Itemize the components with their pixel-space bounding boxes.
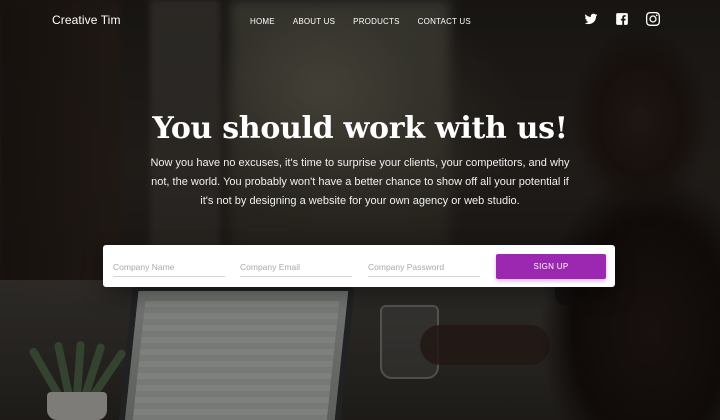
nav-item-products: PRODUCTS bbox=[353, 13, 400, 30]
company-email-input[interactable] bbox=[240, 258, 352, 277]
brand-logo[interactable]: Creative Tim bbox=[52, 13, 121, 27]
signup-button[interactable]: SIGN UP bbox=[496, 254, 606, 279]
instagram-icon[interactable] bbox=[646, 12, 660, 26]
nav-item-contact: CONTACT US bbox=[418, 13, 471, 30]
company-name-input[interactable] bbox=[113, 258, 225, 277]
company-password-input[interactable] bbox=[368, 258, 480, 277]
facebook-icon[interactable] bbox=[615, 12, 629, 26]
nav-link-home[interactable]: HOME bbox=[250, 13, 275, 30]
nav-links: HOME ABOUT US PRODUCTS CONTACT US bbox=[250, 13, 489, 30]
nav-link-products[interactable]: PRODUCTS bbox=[353, 13, 400, 30]
nav-link-about-us[interactable]: ABOUT US bbox=[293, 13, 335, 30]
hero-subtitle: Now you have no excuses, it's time to su… bbox=[150, 157, 570, 207]
hero-title: You should work with us! bbox=[152, 111, 568, 146]
nav-item-home: HOME bbox=[250, 13, 275, 30]
navbar: Creative Tim HOME ABOUT US PRODUCTS CONT… bbox=[0, 0, 720, 42]
social-links bbox=[584, 12, 660, 26]
nav-link-contact-us[interactable]: CONTACT US bbox=[418, 13, 471, 30]
signup-form: SIGN UP bbox=[103, 245, 615, 287]
nav-item-about: ABOUT US bbox=[293, 13, 335, 30]
twitter-icon[interactable] bbox=[584, 12, 598, 26]
